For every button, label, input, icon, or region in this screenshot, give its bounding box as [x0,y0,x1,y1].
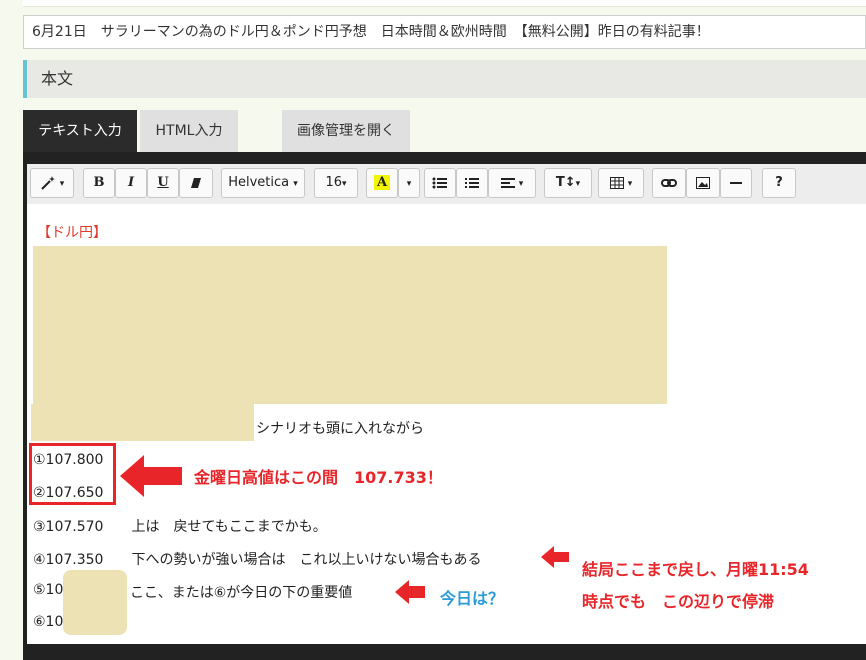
price-level-5: ⑤10 [33,582,64,598]
text-color-icon: A [373,175,391,190]
numbered-list-button[interactable] [456,168,488,198]
section-heading: 【ドル円】 [37,225,107,241]
price-level-4: ④107.350 下への勢いが強い場合は これ以上いけない場合もある [33,552,482,568]
horizontal-rule-button[interactable] [720,168,752,198]
font-size-value: 16 [325,175,342,190]
italic-button[interactable]: I [115,168,147,198]
tab-text-input[interactable]: テキスト入力 [23,110,137,152]
bullet-list-button[interactable] [424,168,456,198]
align-left-icon [500,175,519,190]
highlight-box [29,443,116,505]
arrow-left-icon [120,455,182,497]
table-icon [609,175,628,190]
font-size-select[interactable]: 16▾ [314,168,358,198]
redacted-block [33,246,667,404]
link-button[interactable] [652,168,686,198]
top-strip [23,0,866,7]
annotation-monday-line2: 時点でも この辺りで停滞 [582,592,775,611]
numbered-list-icon [464,175,480,190]
editor-bottom-bar [27,644,866,660]
open-image-manager-button[interactable]: 画像管理を開く [282,110,410,152]
eraser-button[interactable] [179,168,213,198]
annotation-monday-line1: 結局ここまで戻し、月曜11:54 [582,560,809,579]
annotation-friday-high: 金曜日高値はこの間 107.733！ [194,468,443,487]
bullet-list-icon [432,175,448,190]
text-color-button[interactable]: A [366,168,398,198]
minus-icon [730,175,742,190]
table-button[interactable]: ▾ [598,168,644,198]
arrow-left-icon [395,580,425,604]
editor-toolbar: ▾ B I U Helvetica ▾ 16▾ A ▾ ▾ T↕▾ ▾ ? [27,164,866,205]
redacted-block [31,404,254,441]
align-button[interactable]: ▾ [488,168,536,198]
price-level-5-note: ここ、または⑥が今日の下の重要値 [130,585,353,601]
tab-html-input[interactable]: HTML入力 [140,110,238,152]
text-color-dropdown[interactable]: ▾ [398,168,420,198]
bold-button[interactable]: B [83,168,115,198]
annotation-today: 今日は？ [440,589,505,608]
image-icon [696,175,710,190]
text-height-icon: T↕ [555,175,576,190]
arrow-left-icon [541,546,569,568]
redacted-block [63,570,127,635]
section-header: 本文 [23,60,866,98]
magic-wand-icon [40,175,60,190]
underline-button[interactable]: U [147,168,179,198]
font-family-select[interactable]: Helvetica ▾ [221,168,305,198]
price-level-3: ③107.570 上は 戻せてもここまでかも。 [33,519,327,535]
scenario-line: シナリオも頭に入れながら [256,421,424,437]
help-button[interactable]: ? [762,168,796,198]
insert-image-button[interactable] [686,168,720,198]
link-icon [661,175,677,190]
post-title-field[interactable]: 6月21日 サラリーマンの為のドル円＆ポンド円予想 日本時間＆欧州時間 【無料公… [23,15,866,49]
line-height-button[interactable]: T↕▾ [544,168,592,198]
price-level-6: ⑥10 [33,614,64,630]
font-family-value: Helvetica [228,175,290,190]
magic-wand-button[interactable]: ▾ [30,168,74,198]
eraser-icon [189,175,203,190]
